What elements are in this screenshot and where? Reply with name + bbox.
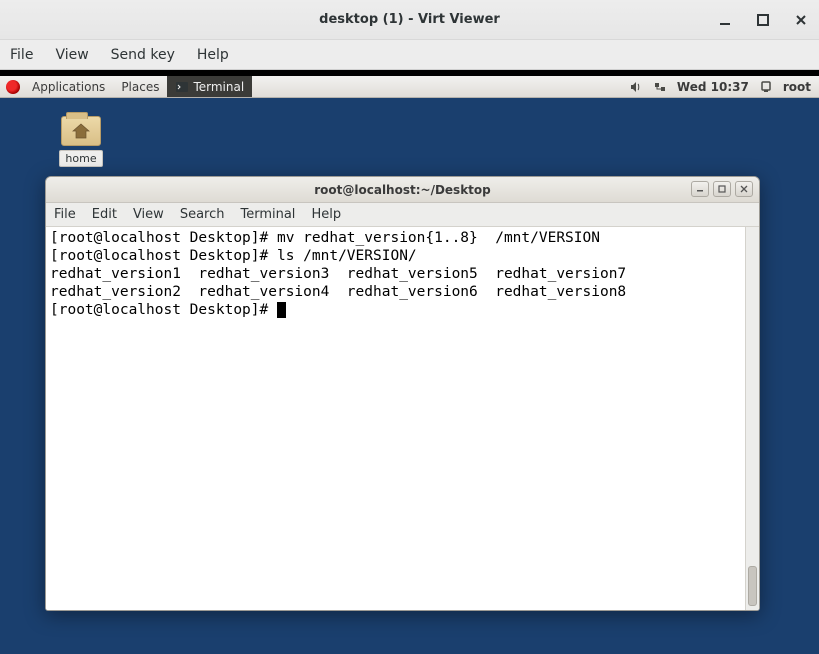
virt-viewer-menubar: File View Send key Help [0, 40, 819, 70]
terminal-cursor [277, 302, 286, 318]
panel-right: Wed 10:37 root [629, 80, 819, 94]
maximize-icon [718, 185, 726, 193]
panel-applications-label: Applications [32, 80, 105, 94]
terminal-icon [175, 80, 189, 94]
terminal-menubar: File Edit View Search Terminal Help [46, 203, 759, 227]
maximize-icon [756, 13, 770, 27]
close-icon [740, 185, 748, 193]
panel-left: Applications Places Terminal [0, 76, 252, 97]
menu-send-key[interactable]: Send key [111, 47, 175, 63]
volume-icon[interactable] [629, 80, 643, 94]
terminal-title: root@localhost:~/Desktop [314, 183, 491, 197]
terminal-line: redhat_version1 redhat_version3 redhat_v… [50, 266, 626, 282]
terminal-scroll-thumb[interactable] [748, 566, 757, 606]
menu-file[interactable]: File [10, 47, 33, 63]
desktop-icon-home[interactable]: home [55, 116, 107, 167]
panel-clock[interactable]: Wed 10:37 [677, 80, 749, 94]
terminal-line: [root@localhost Desktop]# mv redhat_vers… [50, 230, 600, 246]
panel-places[interactable]: Places [113, 76, 167, 97]
terminal-menu-help[interactable]: Help [311, 207, 341, 222]
close-icon [794, 13, 808, 27]
terminal-scrollbar[interactable] [745, 227, 759, 610]
terminal-titlebar[interactable]: root@localhost:~/Desktop [46, 177, 759, 203]
minimize-button[interactable] [715, 10, 735, 30]
terminal-close-button[interactable] [735, 181, 753, 197]
terminal-menu-search[interactable]: Search [180, 207, 225, 222]
terminal-window-controls [691, 181, 753, 197]
terminal-line: [root@localhost Desktop]# [50, 302, 277, 318]
minimize-icon [718, 13, 732, 27]
guest-desktop[interactable]: Applications Places Terminal Wed 10:37 [0, 76, 819, 654]
network-icon[interactable] [653, 80, 667, 94]
desktop-icon-label: home [59, 150, 102, 167]
virt-viewer-window: desktop (1) - Virt Viewer File View Send… [0, 0, 819, 654]
minimize-icon [696, 185, 704, 193]
panel-applications[interactable]: Applications [24, 76, 113, 97]
home-icon [72, 123, 90, 139]
gnome-top-panel: Applications Places Terminal Wed 10:37 [0, 76, 819, 98]
terminal-body[interactable]: [root@localhost Desktop]# mv redhat_vers… [46, 227, 759, 610]
terminal-menu-edit[interactable]: Edit [92, 207, 117, 222]
panel-user[interactable]: root [783, 80, 811, 94]
close-button[interactable] [791, 10, 811, 30]
menu-view[interactable]: View [55, 47, 88, 63]
terminal-minimize-button[interactable] [691, 181, 709, 197]
terminal-menu-terminal[interactable]: Terminal [240, 207, 295, 222]
power-icon[interactable] [759, 80, 773, 94]
folder-icon [61, 116, 101, 146]
maximize-button[interactable] [753, 10, 773, 30]
taskbar-terminal-label: Terminal [193, 80, 244, 94]
virt-viewer-titlebar: desktop (1) - Virt Viewer [0, 0, 819, 40]
terminal-line: redhat_version2 redhat_version4 redhat_v… [50, 284, 626, 300]
terminal-menu-file[interactable]: File [54, 207, 76, 222]
distro-logo-icon[interactable] [6, 80, 20, 94]
terminal-window: root@localhost:~/Desktop File Edit V [45, 176, 760, 611]
taskbar-terminal[interactable]: Terminal [167, 76, 252, 97]
terminal-menu-view[interactable]: View [133, 207, 164, 222]
virt-viewer-title: desktop (1) - Virt Viewer [319, 12, 500, 27]
panel-places-label: Places [121, 80, 159, 94]
terminal-line: [root@localhost Desktop]# ls /mnt/VERSIO… [50, 248, 417, 264]
window-controls [715, 0, 811, 40]
terminal-maximize-button[interactable] [713, 181, 731, 197]
menu-help[interactable]: Help [197, 47, 229, 63]
